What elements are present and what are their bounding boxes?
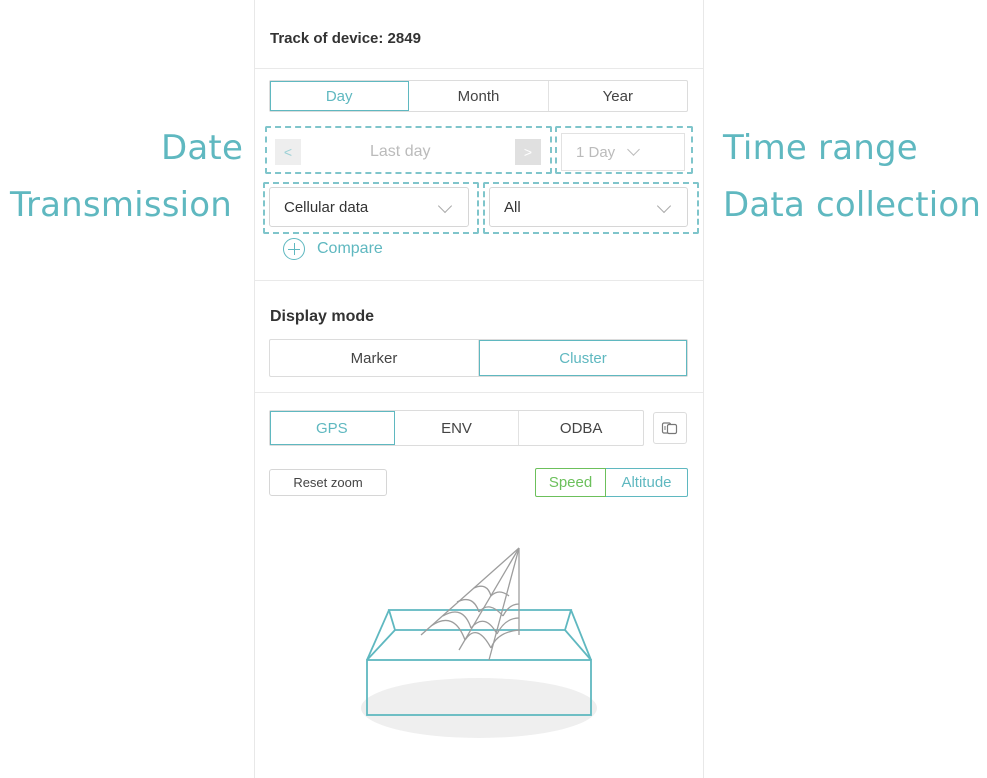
annotation-transmission: Transmission <box>10 185 233 225</box>
panel-title: Track of device: 2849 <box>270 30 421 47</box>
transmission-value: Cellular data <box>284 198 369 216</box>
divider <box>255 280 703 281</box>
compare-button[interactable]: Compare <box>283 238 383 260</box>
transmission-select[interactable]: Cellular data <box>269 187 469 227</box>
layers-button[interactable] <box>653 412 687 444</box>
prev-day-button[interactable]: < <box>275 139 301 165</box>
data-type-tabs: GPS ENV ODBA <box>269 410 644 446</box>
annotation-date: Date <box>161 128 244 168</box>
empty-box-with-net-icon <box>361 547 597 738</box>
tab-odba[interactable]: ODBA <box>519 411 643 445</box>
annotation-data-collection: Data collection <box>723 185 982 225</box>
tab-day[interactable]: Day <box>270 81 410 111</box>
tab-gps[interactable]: GPS <box>270 411 395 445</box>
chart-toggle: Speed Altitude <box>535 468 688 497</box>
period-tabs: Day Month Year <box>269 80 688 112</box>
tab-marker[interactable]: Marker <box>270 340 479 376</box>
divider <box>255 68 703 69</box>
layers-icon <box>661 422 678 435</box>
divider <box>255 392 703 393</box>
range-value: 1 Day <box>576 143 616 161</box>
date-label: Last day <box>370 143 431 160</box>
annotation-time-range: Time range <box>723 128 918 168</box>
data-collection-select[interactable]: All <box>489 187 688 227</box>
tab-env[interactable]: ENV <box>395 411 520 445</box>
compare-label: Compare <box>317 240 383 257</box>
tab-month[interactable]: Month <box>409 81 549 111</box>
display-mode-tabs: Marker Cluster <box>269 339 688 377</box>
tab-cluster[interactable]: Cluster <box>479 340 687 376</box>
track-panel: Track of device: 2849 Day Month Year < L… <box>254 0 704 778</box>
tab-year[interactable]: Year <box>549 81 687 111</box>
chevron-down-icon <box>627 142 641 156</box>
chevron-down-icon <box>656 198 672 214</box>
display-mode-title: Display mode <box>270 308 375 325</box>
plus-circle-icon <box>283 238 305 260</box>
data-collection-value: All <box>504 198 521 216</box>
next-day-button[interactable]: > <box>515 139 541 165</box>
chevron-down-icon <box>437 198 453 214</box>
speed-toggle[interactable]: Speed <box>535 468 606 497</box>
altitude-toggle[interactable]: Altitude <box>606 468 688 497</box>
reset-zoom-button[interactable]: Reset zoom <box>269 469 387 496</box>
range-select[interactable]: 1 Day <box>561 133 685 171</box>
